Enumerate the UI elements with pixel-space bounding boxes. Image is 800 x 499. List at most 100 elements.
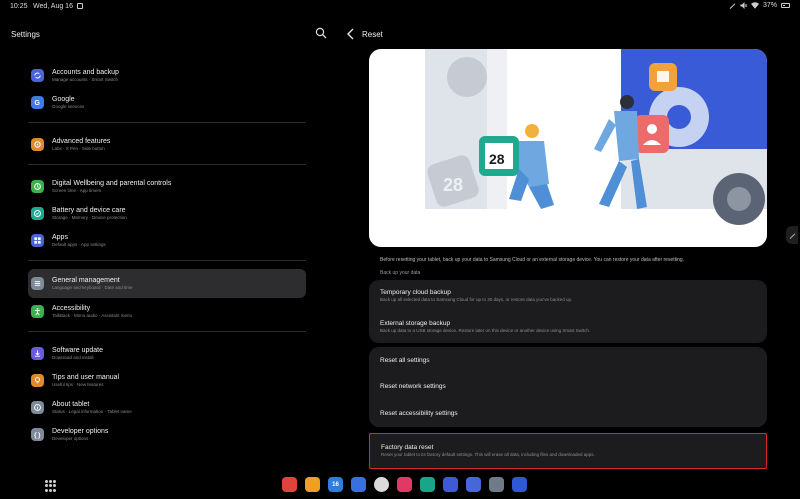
settings-app-icon[interactable] (489, 477, 504, 492)
settings-item-title: Accessibility (52, 305, 91, 312)
update-icon (31, 347, 44, 360)
settings-item-developer-options[interactable]: {} Developer options Developer options (28, 421, 306, 448)
temporary-cloud-backup-row[interactable]: Temporary cloud backup Back up all selec… (369, 280, 767, 311)
back-icon[interactable] (346, 28, 356, 40)
google-icon: G (31, 96, 44, 109)
settings-group: Advanced features Labs · S Pen · Side but… (28, 129, 306, 165)
reset-network-settings-row[interactable]: Reset network settings (369, 374, 767, 401)
sync-icon (31, 69, 44, 82)
settings-item-battery-and-device-care[interactable]: Battery and device care Storage · Memory … (28, 200, 306, 227)
info-icon (31, 401, 44, 414)
svg-text:{}: {} (33, 432, 41, 439)
settings-item-google[interactable]: G Google Google services (28, 89, 306, 116)
settings-item-subtitle: Status · Legal information · Tablet name (52, 409, 132, 414)
battery-icon (781, 3, 790, 8)
settings-group: General management Language and keyboard … (28, 267, 306, 332)
settings-item-advanced-features[interactable]: Advanced features Labs · S Pen · Side but… (28, 131, 306, 158)
settings-item-text: Accessibility TalkBack · Mono audio · Ass… (52, 304, 132, 319)
chrome-app-icon[interactable] (374, 477, 389, 492)
notes-teal-icon[interactable] (420, 477, 435, 492)
taskbar: 16 (0, 475, 800, 499)
row-subtitle: Reset your tablet to its factory default… (381, 452, 595, 457)
reset-page-title: Reset (362, 30, 383, 39)
settings-item-subtitle: Download and install (52, 355, 94, 360)
settings-item-text: Apps Default apps · App settings (52, 233, 106, 248)
reset-all-settings-row[interactable]: Reset all settings (369, 347, 767, 374)
tips-icon (31, 374, 44, 387)
settings-item-subtitle: Useful tips · New features (52, 382, 104, 387)
settings-item-title: Tips and user manual (52, 374, 120, 381)
settings-item-title: Advanced features (52, 138, 111, 145)
apps-grid-icon[interactable] (45, 480, 57, 492)
settings-item-text: Accounts and backup Manage accounts · Sma… (52, 68, 119, 83)
status-bar: 10:25 Wed, Aug 16 37% (0, 0, 800, 14)
settings-item-tips-and-user-manual[interactable]: Tips and user manual Useful tips · New fe… (28, 367, 306, 394)
store-app-icon[interactable] (512, 477, 527, 492)
settings-group: Digital Wellbeing and parental controls S… (28, 171, 306, 261)
row-title: External storage backup (380, 320, 451, 327)
row-title: Temporary cloud backup (380, 289, 451, 296)
settings-item-text: Developer options Developer options (52, 427, 108, 442)
settings-item-subtitle: Default apps · App settings (52, 242, 106, 247)
wellbeing-icon (31, 180, 44, 193)
reset-options-card: Reset all settings Reset network setting… (369, 347, 767, 427)
settings-item-text: Digital Wellbeing and parental controls S… (52, 179, 171, 194)
status-right: 37% (729, 2, 790, 9)
search-icon[interactable] (315, 27, 327, 39)
battery-percent: 37% (762, 2, 777, 9)
settings-item-text: General management Language and keyboard … (52, 276, 133, 291)
row-title: Factory data reset (381, 444, 434, 451)
settings-item-title: Software update (52, 347, 103, 354)
reset-accessibility-settings-row[interactable]: Reset accessibility settings (369, 400, 767, 427)
settings-item-digital-wellbeing-and-parental-controls[interactable]: Digital Wellbeing and parental controls S… (28, 173, 306, 200)
settings-item-title: Battery and device care (52, 207, 126, 214)
status-date: Wed, Aug 16 (33, 3, 73, 10)
calendar-bg-number: 28 (443, 175, 463, 195)
reset-description: Before resetting your tablet, back up yo… (380, 257, 685, 263)
settings-item-title: Google (52, 96, 75, 103)
calendar-app-icon[interactable]: 16 (328, 477, 343, 492)
settings-group: Software update Download and install Tips … (28, 338, 306, 454)
settings-item-title: General management (52, 277, 120, 284)
settings-item-title: Apps (52, 234, 68, 241)
notes-app-icon[interactable] (282, 477, 297, 492)
settings-item-general-management[interactable]: General management Language and keyboard … (28, 269, 306, 298)
edge-panel-handle[interactable] (786, 226, 798, 244)
settings-item-about-tablet[interactable]: About tablet Status · Legal information ·… (28, 394, 306, 421)
row-subtitle: Back up all selected data to Samsung Clo… (380, 297, 573, 302)
row-title: Reset all settings (380, 356, 430, 364)
calendar-number: 28 (489, 151, 505, 167)
settings-item-subtitle: Language and keyboard · Date and time (52, 285, 133, 290)
backup-card: Temporary cloud backup Back up all selec… (369, 280, 767, 343)
row-title: Reset network settings (380, 383, 446, 391)
settings-item-accessibility[interactable]: Accessibility TalkBack · Mono audio · Ass… (28, 298, 306, 325)
settings-item-text: Google Google services (52, 95, 84, 110)
star-gear-icon (31, 138, 44, 151)
factory-data-reset-row[interactable]: Factory data reset Reset your tablet to … (369, 433, 767, 469)
settings-item-software-update[interactable]: Software update Download and install (28, 340, 306, 367)
settings-item-accounts-and-backup[interactable]: Accounts and backup Manage accounts · Sma… (28, 62, 306, 89)
pen-icon (729, 3, 736, 9)
settings-item-subtitle: Google services (52, 104, 85, 109)
reset-illustration: 28 28 (369, 49, 767, 247)
status-time: 10:25 (10, 3, 28, 10)
backup-section-label: Back up your data (380, 270, 421, 276)
settings-menu: Accounts and backup Manage accounts · Sma… (28, 60, 306, 460)
messages-app-icon[interactable] (351, 477, 366, 492)
apps-icon (31, 234, 44, 247)
settings-item-title: Developer options (52, 428, 109, 435)
kids-app-icon[interactable] (443, 477, 458, 492)
external-storage-backup-row[interactable]: External storage backup Back up data to … (369, 311, 767, 342)
my-files-icon[interactable] (305, 477, 320, 492)
settings-item-apps[interactable]: Apps Default apps · App settings (28, 227, 306, 254)
settings-item-text: Battery and device care Storage · Memory … (52, 206, 127, 221)
device-care-icon (31, 207, 44, 220)
settings-item-text: About tablet Status · Legal information ·… (52, 400, 132, 415)
settings-item-text: Software update Download and install (52, 346, 103, 361)
screen-recorder-icon[interactable] (397, 477, 412, 492)
settings-item-text: Advanced features Labs · S Pen · Side but… (52, 137, 110, 152)
settings-item-text: Tips and user manual Useful tips · New fe… (52, 373, 119, 388)
settings-item-title: About tablet (52, 401, 90, 408)
galaxy-apps-icon[interactable] (466, 477, 481, 492)
settings-title: Settings (11, 30, 40, 39)
